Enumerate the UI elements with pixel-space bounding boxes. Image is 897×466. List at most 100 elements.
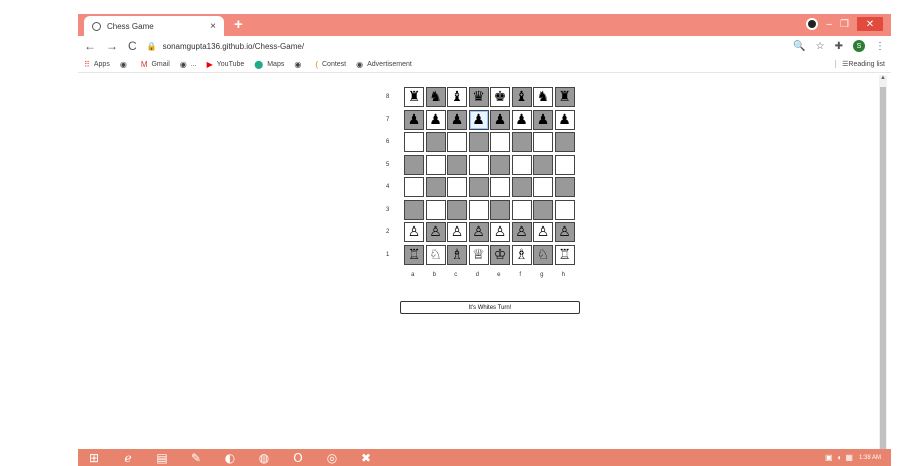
board-square-f2[interactable]: ♙ — [511, 222, 532, 242]
start-windows-icon[interactable]: ⊞ — [86, 451, 102, 465]
tab-close-icon[interactable]: × — [210, 21, 216, 32]
board-square-e7[interactable]: ♟ — [490, 109, 510, 130]
chrome-icon[interactable]: ◎ — [324, 451, 340, 465]
board-square-a8[interactable]: ♜ — [404, 87, 424, 107]
board-square-a1[interactable]: ♖ — [404, 244, 424, 265]
board-square-h7[interactable]: ♟ — [554, 109, 575, 130]
bookmark-advertisement[interactable]: ◉ Advertisement — [356, 60, 412, 69]
board-square-b5[interactable] — [425, 154, 446, 175]
back-icon[interactable]: ← — [84, 39, 96, 53]
board-square-d3[interactable] — [468, 199, 489, 220]
board-square-c4[interactable] — [447, 177, 467, 197]
board-square-g5[interactable] — [533, 154, 553, 175]
board-square-g7[interactable]: ♟ — [533, 109, 553, 130]
board-square-g6[interactable] — [533, 132, 553, 152]
board-square-e8[interactable]: ♚ — [490, 87, 510, 107]
extensions-icon[interactable]: ✚ — [835, 41, 843, 52]
tab-chess-game[interactable]: Chess Game × — [84, 16, 224, 36]
board-square-f3[interactable] — [511, 199, 532, 220]
bookmark-globe-2[interactable]: ◉... — [180, 60, 197, 69]
board-square-b3[interactable] — [425, 199, 446, 220]
board-square-b8[interactable]: ♞ — [425, 87, 446, 107]
bookmark-contest[interactable]: (Contest — [315, 60, 346, 69]
board-square-e2[interactable]: ♙ — [490, 222, 510, 242]
zoom-icon[interactable]: 🔍 — [793, 41, 805, 52]
board-square-a2[interactable]: ♙ — [404, 222, 424, 242]
bookmark-star-icon[interactable]: ☆ — [816, 41, 825, 52]
paint-icon[interactable]: ✎ — [188, 451, 204, 465]
new-tab-button[interactable]: + — [234, 16, 243, 33]
board-square-e3[interactable] — [490, 199, 510, 220]
board-square-d4[interactable] — [468, 177, 489, 197]
board-square-d1[interactable]: ♕ — [468, 244, 489, 265]
clock[interactable]: 1:38 AM — [859, 455, 881, 461]
board-square-f8[interactable]: ♝ — [511, 87, 532, 107]
scroll-thumb[interactable] — [880, 87, 886, 449]
board-square-h5[interactable] — [554, 154, 575, 175]
board-square-g4[interactable] — [533, 177, 553, 197]
board-square-c1[interactable]: ♗ — [447, 244, 467, 265]
volume-icon[interactable]: ◖ — [837, 453, 842, 462]
board-square-h6[interactable] — [554, 132, 575, 152]
board-square-a4[interactable] — [404, 177, 424, 197]
lock-icon[interactable]: 🔒 — [147, 42, 157, 51]
board-square-h2[interactable]: ♙ — [554, 222, 575, 242]
bookmark-youtube[interactable]: ▶ YouTube — [207, 60, 245, 69]
board-square-g2[interactable]: ♙ — [533, 222, 553, 242]
close-button[interactable]: ✕ — [857, 17, 883, 31]
file-explorer-icon[interactable]: ▤ — [154, 451, 170, 465]
bookmark-gmail[interactable]: M Gmail — [141, 60, 170, 69]
board-square-e5[interactable] — [490, 154, 510, 175]
edge-icon[interactable]: ◐ — [222, 451, 238, 465]
board-square-e1[interactable]: ♔ — [490, 244, 510, 265]
board-square-a7[interactable]: ♟ — [404, 109, 424, 130]
board-square-e4[interactable] — [490, 177, 510, 197]
reading-list-button[interactable]: ☰ Reading list — [835, 60, 885, 68]
board-square-f1[interactable]: ♗ — [511, 244, 532, 265]
board-square-h1[interactable]: ♖ — [554, 244, 575, 265]
board-square-b6[interactable] — [425, 132, 446, 152]
board-square-g3[interactable] — [533, 199, 553, 220]
board-square-c3[interactable] — [447, 199, 467, 220]
record-icon[interactable] — [806, 18, 819, 30]
bookmark-globe-3[interactable]: ◉ — [294, 60, 305, 69]
tray-icon[interactable]: ▣ — [825, 453, 833, 462]
opera-icon[interactable]: O — [290, 451, 306, 465]
board-square-a5[interactable] — [404, 154, 424, 175]
internet-explorer-icon[interactable]: ℯ — [120, 451, 136, 465]
forward-icon[interactable]: → — [106, 39, 118, 53]
board-square-c5[interactable] — [447, 154, 467, 175]
board-square-d2[interactable]: ♙ — [468, 222, 489, 242]
board-square-h3[interactable] — [554, 199, 575, 220]
profile-avatar[interactable]: S — [853, 40, 865, 52]
minimize-button[interactable]: – — [826, 19, 832, 30]
menu-kebab-icon[interactable]: ⋮ — [875, 41, 885, 52]
board-square-b1[interactable]: ♘ — [425, 244, 446, 265]
bookmark-maps[interactable]: ⬤ Maps — [254, 60, 284, 69]
board-square-h4[interactable] — [554, 177, 575, 197]
vertical-scrollbar[interactable]: ▲ ▼ — [879, 75, 887, 461]
board-square-f5[interactable] — [511, 154, 532, 175]
firefox-icon[interactable]: ◍ — [256, 451, 272, 465]
board-square-c8[interactable]: ♝ — [447, 87, 467, 107]
board-square-c7[interactable]: ♟ — [447, 109, 467, 130]
restore-button[interactable]: ❐ — [840, 19, 849, 30]
bookmark-apps[interactable]: ⠿ Apps — [84, 60, 110, 69]
board-square-f7[interactable]: ♟ — [511, 109, 532, 130]
board-square-b7[interactable]: ♟ — [425, 109, 446, 130]
board-square-d8[interactable]: ♛ — [468, 87, 489, 107]
network-icon[interactable]: ▦ — [845, 453, 853, 462]
board-square-e6[interactable] — [490, 132, 510, 152]
bookmark-globe-1[interactable]: ◉ — [120, 60, 131, 69]
board-square-h8[interactable]: ♜ — [554, 87, 575, 107]
board-square-d7[interactable]: ♟ — [468, 109, 489, 130]
scroll-up-icon[interactable]: ▲ — [879, 75, 887, 85]
board-square-d6[interactable] — [468, 132, 489, 152]
board-square-g1[interactable]: ♘ — [533, 244, 553, 265]
board-square-f4[interactable] — [511, 177, 532, 197]
vscode-icon[interactable]: ✖ — [358, 451, 374, 465]
board-square-a3[interactable] — [404, 199, 424, 220]
board-square-d5[interactable] — [468, 154, 489, 175]
board-square-g8[interactable]: ♞ — [533, 87, 553, 107]
board-square-f6[interactable] — [511, 132, 532, 152]
